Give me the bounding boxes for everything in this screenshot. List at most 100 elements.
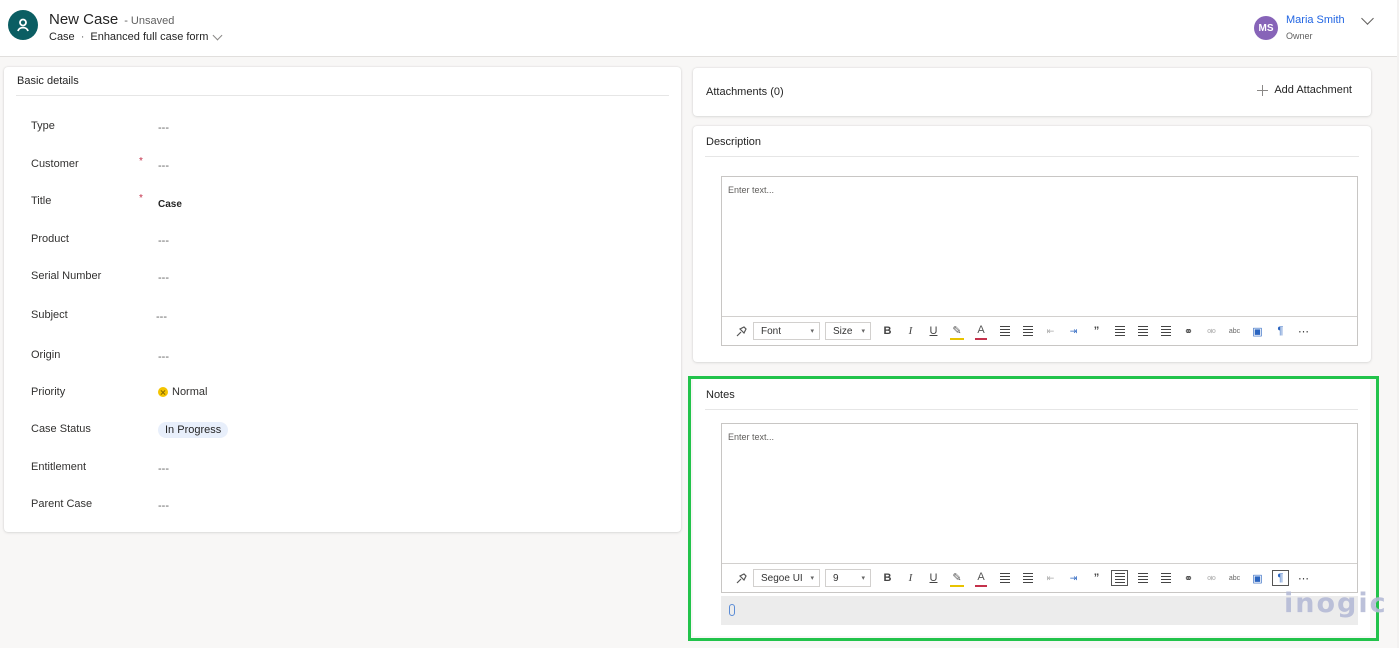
- field-entitlement[interactable]: Entitlement ---: [31, 461, 631, 481]
- field-value[interactable]: ---: [158, 351, 169, 363]
- field-product[interactable]: Product ---: [31, 233, 631, 253]
- field-type[interactable]: Type ---: [31, 120, 631, 140]
- form-selector[interactable]: Enhanced full case form: [90, 30, 223, 43]
- plus-icon: [1257, 84, 1269, 96]
- description-text-area[interactable]: Enter text...: [722, 177, 1357, 317]
- font-color-icon[interactable]: A: [975, 569, 987, 587]
- numbered-list-icon[interactable]: [1016, 322, 1039, 340]
- field-case-status[interactable]: Case Status In Progress: [31, 422, 631, 443]
- notes-toolbar: Segoe UI ▾ 9 ▾ B I U ✎ A ⇤ ⇥ ” ⚭ ⚮ abc ▣…: [722, 564, 1357, 592]
- increase-indent-icon[interactable]: ⇥: [1062, 322, 1085, 340]
- more-options-icon[interactable]: ⋯: [1292, 322, 1315, 340]
- link-icon[interactable]: ⚭: [1177, 322, 1200, 340]
- align-center-icon[interactable]: [1131, 322, 1154, 340]
- field-label: Parent Case: [31, 498, 93, 510]
- decrease-indent-icon[interactable]: ⇤: [1039, 569, 1062, 587]
- owner-field[interactable]: MS Maria Smith Owner: [1254, 15, 1345, 41]
- field-priority[interactable]: Priority Normal: [31, 386, 631, 406]
- notes-editor: Enter text... Segoe UI ▾ 9 ▾ B I U ✎ A ⇤…: [721, 423, 1358, 593]
- align-right-icon[interactable]: [1154, 569, 1177, 587]
- underline-icon[interactable]: U: [922, 322, 945, 340]
- field-value[interactable]: ---: [158, 272, 169, 284]
- priority-text: Normal: [172, 386, 208, 398]
- field-value[interactable]: Case: [158, 199, 182, 210]
- description-toolbar: Font ▾ Size ▾ B I U ✎ A ⇤ ⇥ ” ⚭ ⚮ abc ▣ …: [722, 317, 1357, 345]
- quote-icon[interactable]: ”: [1085, 322, 1108, 340]
- field-value[interactable]: ---: [158, 235, 169, 247]
- align-center-icon[interactable]: [1131, 569, 1154, 587]
- notes-text-area[interactable]: Enter text...: [722, 424, 1357, 564]
- paperclip-icon[interactable]: [729, 604, 735, 616]
- field-customer[interactable]: Customer * ---: [31, 156, 631, 178]
- field-title[interactable]: Title * Case: [31, 193, 631, 215]
- font-select[interactable]: Segoe UI ▾: [753, 569, 820, 587]
- field-label: Customer: [31, 158, 79, 170]
- field-parent-case[interactable]: Parent Case ---: [31, 498, 631, 518]
- size-select[interactable]: 9 ▾: [825, 569, 871, 587]
- strikethrough-icon[interactable]: abc: [1223, 569, 1246, 587]
- unlink-icon[interactable]: ⚮: [1200, 569, 1223, 587]
- align-left-icon[interactable]: [1108, 322, 1131, 340]
- size-select[interactable]: Size ▾: [825, 322, 871, 340]
- status-badge[interactable]: In Progress: [158, 422, 229, 438]
- numbered-list-icon[interactable]: [1016, 569, 1039, 587]
- unlink-icon[interactable]: ⚮: [1200, 322, 1223, 340]
- required-marker: *: [139, 193, 143, 204]
- text-direction-icon[interactable]: ¶: [1272, 570, 1289, 586]
- field-value[interactable]: ---: [156, 311, 167, 323]
- bold-icon[interactable]: B: [876, 322, 899, 340]
- text-direction-icon[interactable]: ¶: [1269, 322, 1292, 340]
- more-options-icon[interactable]: ⋯: [1292, 569, 1315, 587]
- field-label: Case Status: [31, 423, 91, 435]
- field-value[interactable]: ---: [158, 122, 169, 134]
- field-label: Product: [31, 233, 69, 245]
- caret-down-icon: ▾: [810, 328, 814, 335]
- bullet-list-icon[interactable]: [993, 569, 1016, 587]
- increase-indent-icon[interactable]: ⇥: [1062, 569, 1085, 587]
- size-value: 9: [833, 572, 839, 584]
- caret-down-icon: ▾: [861, 328, 865, 335]
- italic-icon[interactable]: I: [899, 569, 922, 587]
- strikethrough-icon[interactable]: abc: [1223, 322, 1246, 340]
- avatar: MS: [1254, 16, 1278, 40]
- format-painter-icon[interactable]: [730, 322, 753, 340]
- link-icon[interactable]: ⚭: [1177, 569, 1200, 587]
- add-attachment-button[interactable]: Add Attachment: [1257, 84, 1352, 96]
- field-label: Serial Number: [31, 270, 102, 282]
- highlight-icon[interactable]: ✎: [950, 322, 964, 340]
- font-color-icon[interactable]: A: [975, 322, 987, 340]
- underline-icon[interactable]: U: [922, 569, 945, 587]
- size-value: Size: [833, 325, 853, 337]
- field-value[interactable]: ---: [158, 160, 169, 172]
- decrease-indent-icon[interactable]: ⇤: [1039, 322, 1062, 340]
- separator: ·: [80, 31, 85, 43]
- watermark-logo: inogic: [1284, 588, 1388, 619]
- field-value[interactable]: ---: [158, 463, 169, 475]
- bullet-list-icon[interactable]: [993, 322, 1016, 340]
- bold-icon[interactable]: B: [876, 569, 899, 587]
- image-icon[interactable]: ▣: [1246, 569, 1269, 587]
- italic-icon[interactable]: I: [899, 322, 922, 340]
- priority-value[interactable]: Normal: [158, 386, 207, 398]
- format-painter-icon[interactable]: [730, 569, 753, 587]
- owner-role: Owner: [1286, 31, 1313, 41]
- description-editor: Enter text... Font ▾ Size ▾ B I U ✎ A ⇤ …: [721, 176, 1358, 346]
- field-origin[interactable]: Origin ---: [31, 349, 631, 369]
- field-label: Type: [31, 120, 55, 132]
- required-marker: *: [139, 156, 143, 167]
- field-subject[interactable]: Subject ---: [31, 309, 631, 329]
- form-name: Enhanced full case form: [90, 31, 209, 43]
- record-title: New Case: [49, 11, 119, 28]
- align-right-icon[interactable]: [1154, 322, 1177, 340]
- font-select[interactable]: Font ▾: [753, 322, 820, 340]
- align-left-icon[interactable]: [1111, 570, 1128, 586]
- field-value[interactable]: ---: [158, 500, 169, 512]
- font-value: Segoe UI: [761, 572, 803, 584]
- field-serial-number[interactable]: Serial Number ---: [31, 270, 631, 290]
- notes-section: Notes Enter text... Segoe UI ▾ 9 ▾ B I U…: [693, 379, 1370, 636]
- highlight-icon[interactable]: ✎: [950, 569, 964, 587]
- owner-name-link[interactable]: Maria Smith: [1286, 15, 1345, 26]
- expand-header-chevron-icon[interactable]: [1361, 12, 1374, 25]
- quote-icon[interactable]: ”: [1085, 569, 1108, 587]
- image-icon[interactable]: ▣: [1246, 322, 1269, 340]
